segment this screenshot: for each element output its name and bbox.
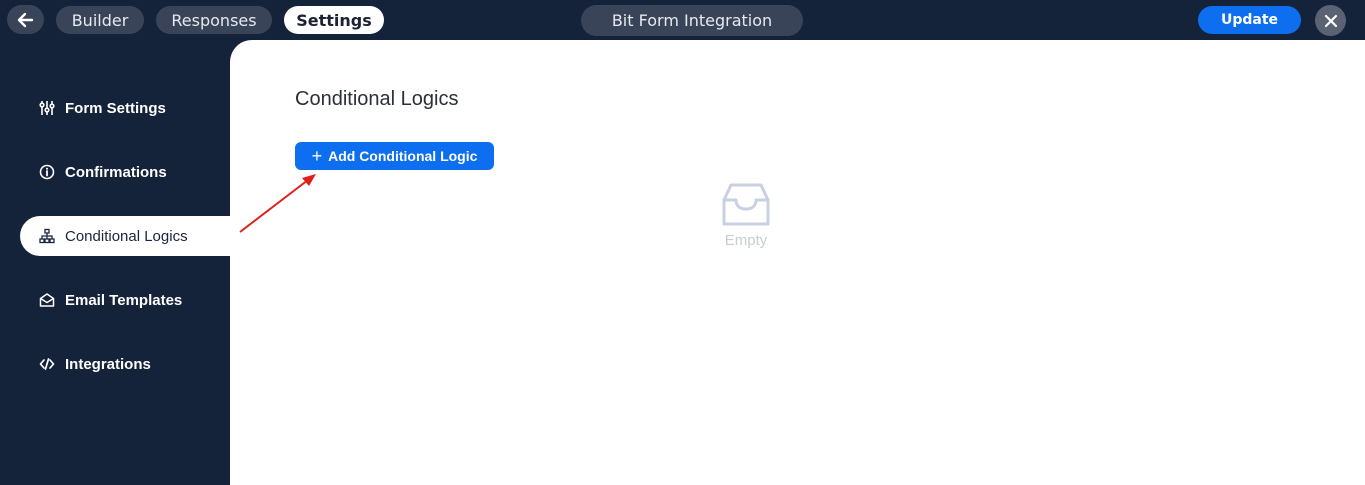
code-icon [39, 356, 55, 372]
tab-responses[interactable]: Responses [156, 6, 272, 34]
sidebar-item-label: Email Templates [65, 291, 183, 309]
sidebar-item-confirmations[interactable]: Confirmations [20, 152, 230, 192]
arrow-left-icon [17, 12, 33, 27]
info-icon [39, 164, 55, 180]
empty-state: Empty [716, 182, 776, 249]
sidebar-item-integrations[interactable]: Integrations [20, 344, 230, 384]
sidebar-item-email-templates[interactable]: Email Templates [20, 280, 230, 320]
sidebar-item-form-settings[interactable]: Form Settings [20, 88, 230, 128]
empty-label: Empty [724, 232, 768, 249]
page-title: Conditional Logics [295, 88, 459, 110]
plus-icon: + [311, 146, 323, 166]
sliders-icon [39, 100, 55, 116]
sidebar-item-label: Integrations [65, 355, 151, 373]
sidebar: Form Settings Confirmations Conditional … [0, 40, 230, 485]
back-button[interactable] [7, 5, 44, 34]
hierarchy-icon [39, 228, 55, 244]
close-button[interactable] [1315, 5, 1346, 36]
sidebar-item-label: Confirmations [65, 163, 167, 181]
add-button-label: Add Conditional Logic [328, 148, 478, 164]
form-title[interactable]: Bit Form Integration [581, 5, 803, 36]
sidebar-item-label: Conditional Logics [65, 227, 188, 245]
top-bar: Builder Responses Settings Bit Form Inte… [0, 0, 1365, 40]
tab-builder[interactable]: Builder [56, 6, 144, 34]
sidebar-item-label: Form Settings [65, 99, 166, 117]
tab-settings[interactable]: Settings [284, 6, 384, 34]
envelope-open-icon [39, 292, 55, 308]
add-conditional-logic-button[interactable]: + Add Conditional Logic [295, 142, 494, 170]
inbox-icon [722, 183, 770, 226]
close-icon [1324, 14, 1337, 27]
main-content: Conditional Logics + Add Conditional Log… [230, 40, 1365, 485]
sidebar-item-conditional-logics[interactable]: Conditional Logics [20, 216, 230, 256]
update-button[interactable]: Update [1198, 6, 1301, 34]
